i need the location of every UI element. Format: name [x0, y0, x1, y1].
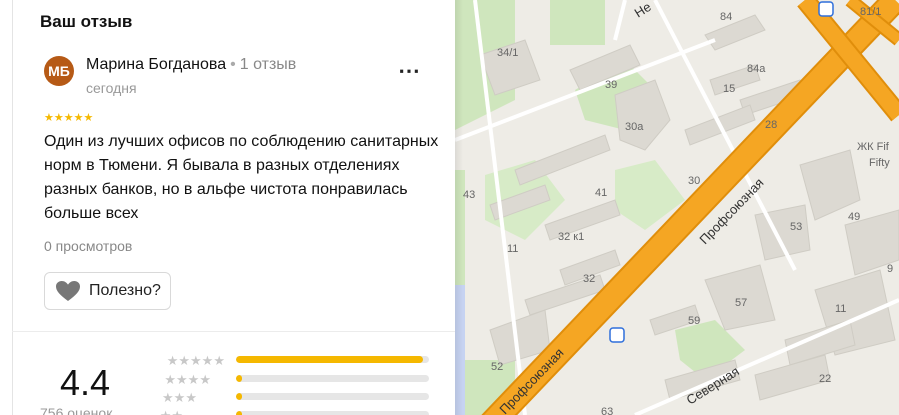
- building-number: 52: [491, 361, 503, 373]
- building-number: 63: [601, 406, 613, 415]
- building-number: 30a: [625, 121, 644, 133]
- map-view[interactable]: Профсоюзная Профсоюзная Северная Не 84 81…: [455, 0, 899, 415]
- review-rating-stars: ★★★★★: [44, 112, 94, 124]
- overall-rating: 4.4: [60, 362, 111, 403]
- useful-label: Полезно?: [89, 282, 161, 299]
- panel-divider: [12, 0, 13, 415]
- review-author: Марина Богданова • 1 отзыв: [86, 56, 296, 74]
- rating-bar: [236, 356, 429, 363]
- author-review-count: 1 отзыв: [239, 56, 297, 73]
- building-number: Fifty: [869, 157, 890, 169]
- rating-row-2[interactable]: ★★: [150, 408, 430, 415]
- building-number: 84a: [747, 63, 766, 75]
- useful-button[interactable]: Полезно?: [44, 272, 171, 310]
- building-number: 57: [735, 297, 747, 309]
- building-number: 84: [720, 11, 732, 23]
- building-number: 30: [688, 175, 700, 187]
- building-number: 28: [765, 119, 777, 131]
- building-number: ЖК Fif: [857, 141, 890, 153]
- rating-bar-fill: [236, 411, 242, 415]
- building-number: 43: [463, 189, 475, 201]
- separator-dot: •: [230, 56, 236, 73]
- rating-bar: [236, 375, 429, 382]
- views-count: 0 просмотров: [44, 238, 133, 254]
- building-number: 34/1: [497, 47, 518, 59]
- more-options-icon[interactable]: ⋯: [398, 58, 421, 84]
- section-separator: [12, 331, 455, 332]
- stars-4-icon: ★★★★: [164, 372, 211, 387]
- building-number: 49: [848, 211, 860, 223]
- map-canvas[interactable]: Профсоюзная Профсоюзная Северная Не 84 81…: [455, 0, 899, 415]
- rating-bar: [236, 393, 429, 400]
- building-number: 32 к1: [558, 231, 584, 243]
- building-number: 41: [595, 187, 607, 199]
- building-number: 11: [835, 303, 846, 315]
- building-number: 15: [723, 83, 735, 95]
- review-date: сегодня: [86, 80, 137, 96]
- review-text: Один из лучших офисов по соблюдению сани…: [44, 133, 439, 222]
- stars-5-icon: ★★★★★: [166, 353, 225, 368]
- stars-2-icon: ★★: [160, 408, 183, 415]
- stars-3-icon: ★★★: [162, 390, 197, 405]
- rating-bar-fill: [236, 393, 242, 400]
- review-panel: Ваш отзыв МБ Марина Богданова • 1 отзыв се…: [0, 0, 455, 415]
- map-edge-shadow: [455, 0, 463, 415]
- building-number: 9: [887, 263, 893, 275]
- building-number: 53: [790, 221, 802, 233]
- rating-bar-fill: [236, 356, 424, 363]
- author-name[interactable]: Марина Богданова: [86, 56, 226, 73]
- building-number: 81/1: [860, 6, 881, 18]
- section-title: Ваш отзыв: [40, 12, 133, 31]
- rating-row-4[interactable]: ★★★★: [150, 372, 430, 387]
- building-number: 32: [583, 273, 595, 285]
- building-number: 22: [819, 373, 831, 385]
- ratings-count: 756 оценок: [40, 405, 113, 415]
- rating-bar-fill: [236, 375, 242, 382]
- heart-icon: [56, 281, 80, 301]
- building-number: 11: [507, 243, 518, 255]
- rating-row-5[interactable]: ★★★★★: [150, 353, 430, 368]
- building-number: 39: [605, 79, 617, 91]
- rating-bar: [236, 411, 429, 415]
- building-number: 59: [688, 315, 700, 327]
- avatar[interactable]: МБ: [44, 56, 74, 86]
- rating-row-3[interactable]: ★★★: [150, 390, 430, 405]
